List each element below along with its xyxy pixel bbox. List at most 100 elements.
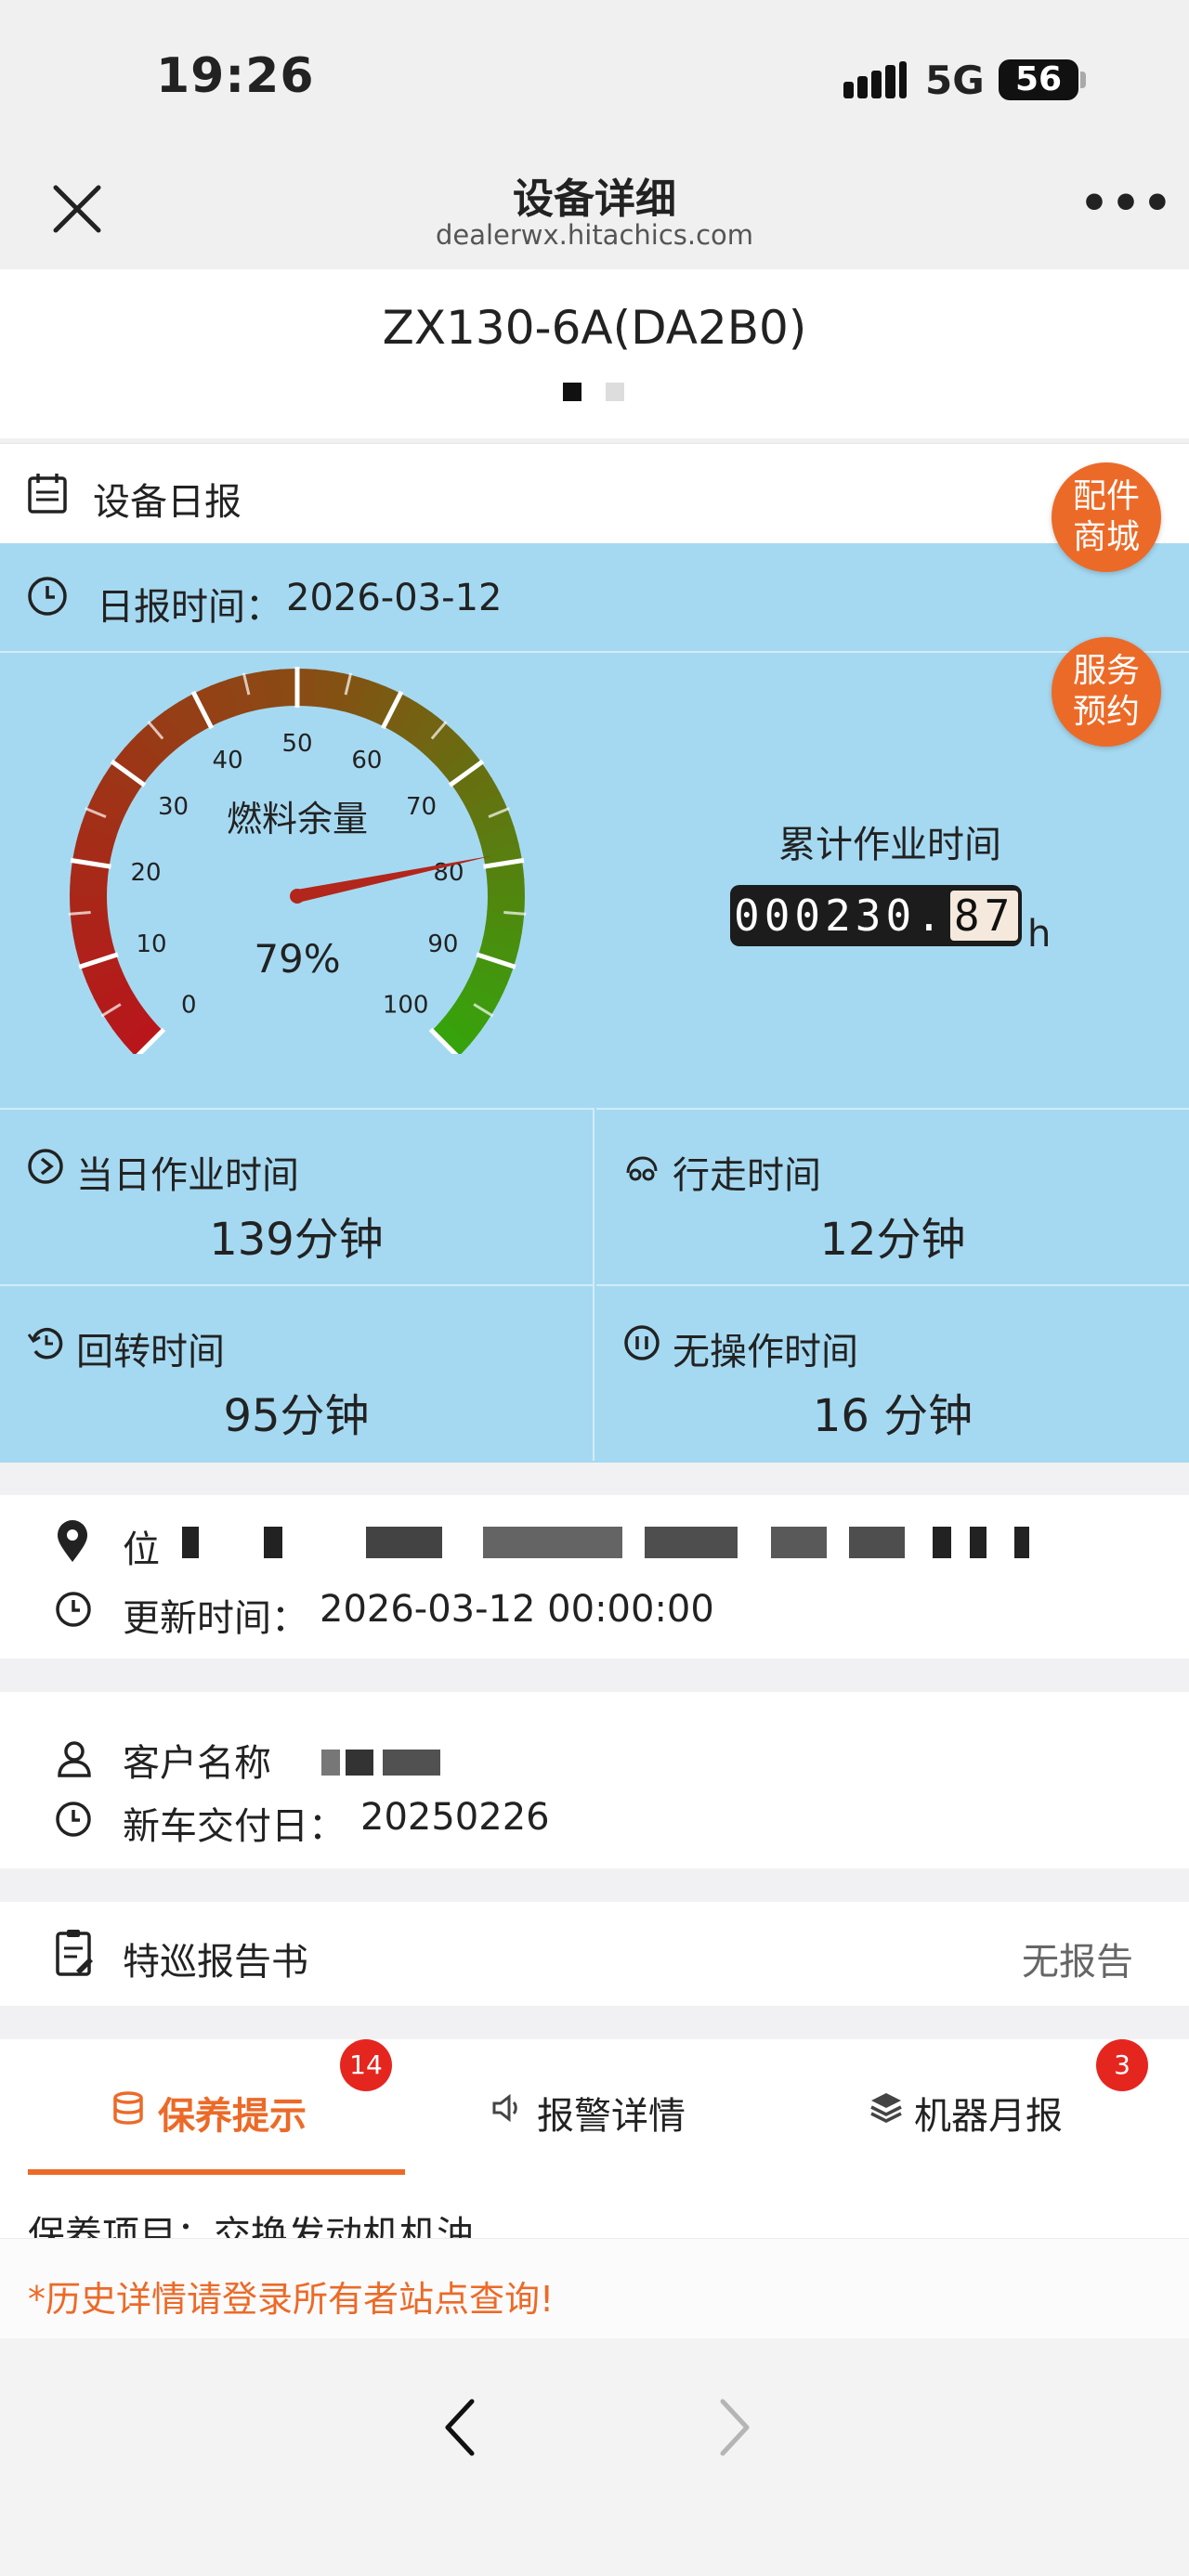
parts-mall-label: 配件商城 — [1072, 477, 1140, 556]
redacted-block — [970, 1527, 986, 1558]
device-model: ZX130-6A(DA2B0) — [382, 301, 807, 355]
maintenance-item: 保养项目：交换发动机机油 — [28, 2214, 474, 2238]
stat-value: 95分钟 — [223, 1390, 370, 1442]
redacted-block — [321, 1750, 340, 1776]
stat-idle-time: 无操作时间 16 分钟 — [596, 1284, 1189, 1461]
location-card: 位 更新时间： 2026-03-12 00:00:00 — [0, 1495, 1189, 1659]
update-time-label: 更新时间： — [123, 1597, 308, 1640]
customer-name-label: 客户名称 — [123, 1742, 271, 1785]
more-icon[interactable]: ••• — [1079, 180, 1174, 227]
maintenance-badge: 14 — [340, 2039, 392, 2091]
signal-icon — [843, 61, 908, 98]
gauge-tick-label: 40 — [213, 747, 243, 774]
redacted-block — [182, 1527, 199, 1558]
back-arrow-icon[interactable] — [433, 2390, 489, 2465]
tab-label: 报警详情 — [537, 2095, 686, 2138]
service-booking-button[interactable]: 服务预约 — [1052, 637, 1161, 747]
gauge-band-segment — [70, 893, 108, 915]
gauge-tick-label: 30 — [158, 793, 189, 821]
clock-icon — [56, 1802, 91, 1837]
report-date-row: 日报时间： 2026-03-12 — [0, 543, 1189, 653]
stat-value: 16 分钟 — [812, 1390, 973, 1442]
inspection-status: 无报告 — [1022, 1941, 1133, 1984]
gauge-minor-tick — [68, 911, 91, 916]
daily-report-panel: 日报时间： 2026-03-12 0 10 20 30 40 50 60 70 80 90 100 燃… — [0, 543, 1189, 1463]
location-prefix: 位 — [123, 1529, 160, 1571]
gauge-band-segment — [487, 878, 525, 899]
inspection-label: 特巡报告书 — [123, 1941, 308, 1984]
layers-icon — [870, 2093, 902, 2123]
play-clock-icon — [28, 1149, 63, 1184]
hours-integer: 000230. — [734, 891, 947, 941]
page-title: 设备详细 — [513, 176, 676, 223]
database-icon — [113, 2091, 143, 2125]
clock-icon — [28, 577, 67, 616]
redacted-block — [366, 1527, 442, 1558]
fuel-gauge: 0102030405060708090100燃料余量79% — [68, 667, 527, 1054]
device-model-section: ZX130-6A(DA2B0) — [0, 269, 1189, 438]
stat-value: 139分钟 — [209, 1214, 384, 1266]
gauge-tick-label: 10 — [137, 930, 167, 958]
gauge-tick-label: 90 — [427, 930, 458, 958]
stat-label: 无操作时间 — [673, 1331, 858, 1373]
tab-monthly-report[interactable]: 机器月报 3 — [791, 2039, 1189, 2175]
forward-arrow-icon[interactable] — [706, 2390, 762, 2465]
status-time: 19:26 — [156, 48, 315, 104]
battery-tip — [1080, 72, 1086, 88]
gauge-tick-label: 20 — [130, 859, 161, 887]
battery-icon: 56 — [999, 59, 1078, 100]
stat-work-time: 当日作业时间 139分钟 — [0, 1108, 594, 1284]
daily-report-header: 设备日报 — [0, 443, 1189, 544]
parts-mall-button[interactable]: 配件商城 — [1052, 462, 1161, 572]
hours-decimal: 87 — [949, 891, 1019, 941]
gauge-title: 燃料余量 — [227, 799, 368, 839]
hours-unit: h — [1027, 913, 1052, 956]
travel-icon — [626, 1156, 658, 1181]
history-note-text: *历史详情请登录所有者站点查询! — [28, 2279, 555, 2320]
service-booking-label: 服务预约 — [1072, 652, 1140, 731]
hours-title: 累计作业时间 — [778, 824, 1001, 866]
redacted-block — [933, 1527, 951, 1558]
tab-maintenance[interactable]: 保养提示 14 — [0, 2039, 396, 2175]
redacted-block — [264, 1527, 282, 1558]
delivery-date-label: 新车交付日： — [123, 1805, 346, 1848]
document-icon — [56, 1930, 93, 1976]
hours-counter: 000230. 87 — [730, 885, 1023, 946]
pause-icon — [624, 1325, 660, 1360]
user-icon — [58, 1741, 91, 1777]
swing-icon — [27, 1328, 63, 1360]
stat-label: 当日作业时间 — [76, 1154, 299, 1197]
redacted-block — [645, 1527, 738, 1558]
update-time-value: 2026-03-12 00:00:00 — [320, 1588, 714, 1631]
gauge-needle-hub — [290, 889, 305, 904]
inspection-report-row[interactable]: 特巡报告书 无报告 — [0, 1902, 1189, 2006]
gauge-minor-tick — [503, 911, 527, 916]
gauge-tick-label: 50 — [281, 730, 312, 758]
gauge-tick-label: 70 — [406, 793, 437, 821]
customer-card: 客户名称 新车交付日： 20250226 — [0, 1692, 1189, 1868]
location-pin-icon — [58, 1520, 87, 1562]
monthly-report-badge: 3 — [1096, 2039, 1148, 2091]
tab-label: 保养提示 — [158, 2095, 307, 2138]
report-date-value: 2026-03-12 — [286, 577, 503, 619]
calendar-icon — [28, 474, 67, 514]
info-tabs: 保养提示 14 报警详情 机器月报 3 — [0, 2039, 1189, 2177]
stat-label: 行走时间 — [673, 1154, 821, 1197]
redacted-block — [1014, 1527, 1029, 1558]
stat-travel-time: 行走时间 12分钟 — [596, 1108, 1189, 1284]
speaker-icon — [492, 2093, 517, 2123]
device-serial-redacted — [561, 383, 635, 401]
navbar: 设备详细 dealerwx.hitachics.com ••• — [0, 149, 1189, 269]
redacted-block — [849, 1527, 905, 1558]
stat-swing-time: 回转时间 95分钟 — [0, 1284, 594, 1461]
redacted-block — [483, 1527, 622, 1558]
gauge-value: 79% — [254, 936, 340, 982]
redacted-block — [771, 1527, 827, 1558]
history-note: *历史详情请登录所有者站点查询! — [0, 2238, 1189, 2339]
network-type: 5G — [925, 58, 985, 103]
delivery-date-value: 20250226 — [360, 1796, 550, 1839]
browser-bottom-bar — [0, 2338, 1189, 2576]
tab-alarms[interactable]: 报警详情 — [396, 2039, 791, 2175]
gauge-tick-label: 100 — [383, 992, 429, 1020]
stats-grid: 当日作业时间 139分钟 行走时间 12分钟 回转时间 95分钟 无操作时间 1… — [0, 1108, 1189, 1463]
